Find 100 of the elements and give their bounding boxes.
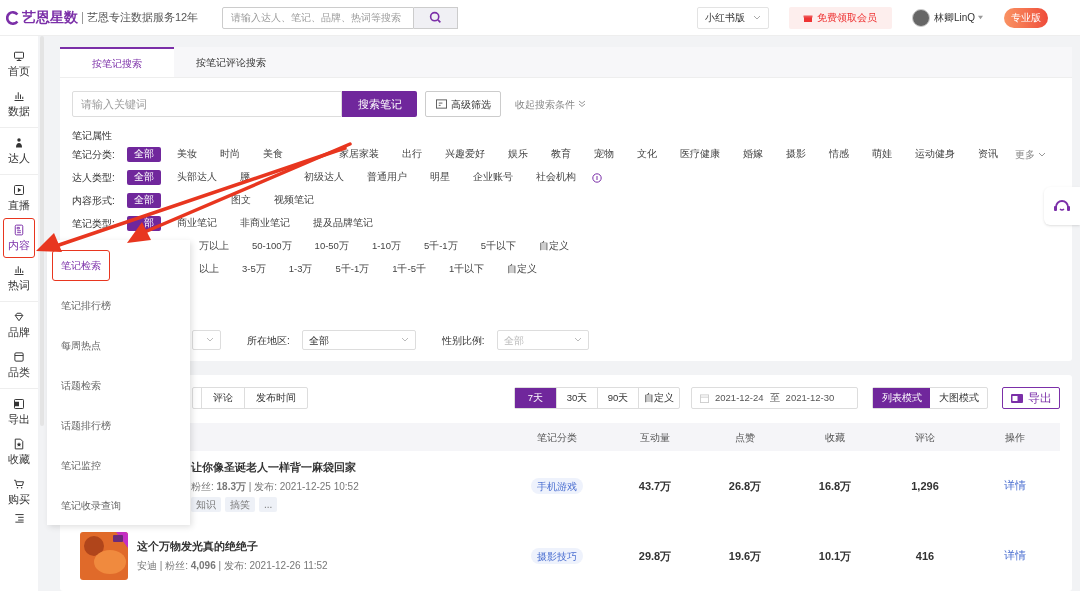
filter-option[interactable]: 家居家装 (332, 147, 386, 162)
filter-option[interactable]: 1千以下 (441, 262, 492, 277)
submenu-item[interactable]: 话题排行榜 (52, 409, 120, 441)
sidebar-item[interactable]: 内容 (3, 218, 35, 258)
details-link[interactable]: 详情 (970, 478, 1060, 494)
filter-option[interactable]: 宠物 (587, 147, 621, 162)
filter-option[interactable]: 5千以下 (473, 239, 523, 254)
filter-option[interactable]: 初级达人 (297, 170, 351, 185)
info-icon[interactable] (592, 172, 602, 183)
filter-option[interactable]: 萌娃 (865, 147, 899, 162)
note-title[interactable]: 这个万物发光真的绝绝子 (137, 539, 504, 555)
filter-option[interactable]: 全部 (127, 147, 161, 162)
submenu-item[interactable]: 笔记监控 (52, 449, 110, 481)
sort-button[interactable]: 发布时间 (244, 388, 307, 408)
search-icon[interactable] (414, 6, 458, 29)
column-header: 笔记分类 (536, 430, 578, 445)
filter-option[interactable]: 明星 (423, 170, 457, 185)
filter-option[interactable]: 头部达人 (170, 170, 224, 185)
filter-option[interactable]: 医疗健康 (673, 147, 727, 162)
filter-option[interactable]: 教育 (544, 147, 578, 162)
sort-button[interactable]: 评论 (201, 388, 244, 408)
tab[interactable]: 按笔记评论搜索 (174, 47, 288, 77)
select-field[interactable]: 全部 (301, 330, 416, 350)
more-toggle[interactable]: 更多 (1015, 147, 1046, 162)
select-field[interactable] (192, 330, 221, 350)
view-mode-tab[interactable]: 大图模式 (930, 388, 987, 408)
filter-option[interactable]: 美妆 (170, 147, 204, 162)
filter-option[interactable]: 社会机构 (529, 170, 583, 185)
filter-option[interactable]: 企业账号 (466, 170, 520, 185)
filter-option[interactable]: 婚嫁 (736, 147, 770, 162)
export-button[interactable]: 导出 (1002, 387, 1060, 409)
filter-option[interactable]: 普通用户 (360, 170, 414, 185)
filter-option[interactable]: 商业笔记 (170, 216, 224, 231)
range-tab[interactable]: 7天 (515, 388, 556, 408)
filter-option[interactable]: 全部 (127, 170, 161, 185)
submenu-item[interactable]: 话题检索 (52, 370, 110, 401)
filter-option[interactable]: 自定义 (531, 239, 576, 254)
filter-label: 性别比例: (441, 333, 485, 348)
filter-option[interactable]: 50-100万 (245, 239, 299, 254)
filter-option[interactable]: 3-5万 (235, 262, 273, 277)
range-tab[interactable]: 30天 (556, 388, 597, 408)
filter-option[interactable]: 自定义 (500, 262, 545, 277)
filter-option[interactable]: 全部 (127, 193, 161, 208)
keyword-field[interactable]: 请输入关键词 (72, 91, 342, 117)
filter-panel-icon (435, 99, 447, 109)
filter-option[interactable]: 资讯 (971, 147, 1005, 162)
table-cell-text: 43.7万 (637, 478, 673, 494)
filter-option[interactable]: 10-50万 (307, 239, 356, 254)
range-tab[interactable]: 自定义 (638, 388, 679, 408)
sidebar-item[interactable]: 直播 (3, 178, 35, 218)
range-tab[interactable]: 90天 (597, 388, 638, 408)
filter-label: 所在地区: (247, 333, 290, 348)
sidebar-item[interactable]: 首页 (3, 44, 35, 84)
search-field[interactable]: 请输入达人、笔记、品牌、热词等搜索 (222, 6, 414, 29)
filter-option[interactable]: 1-3万 (281, 262, 320, 277)
filter-option[interactable]: 情感 (822, 147, 856, 162)
filter-option[interactable]: 视频笔记 (267, 193, 321, 208)
platform-dropdown[interactable]: 小红书版 (696, 6, 769, 29)
search-button[interactable]: 搜索笔记 (342, 91, 417, 117)
submenu-item[interactable]: 每周热点 (52, 330, 110, 362)
filter-option[interactable]: 文化 (630, 147, 664, 162)
filter-option[interactable]: 1千-5千 (385, 262, 433, 277)
view-mode-tab[interactable]: 列表模式 (873, 388, 930, 408)
sidebar-item[interactable]: 导出 (3, 392, 35, 432)
filter-option[interactable]: 运动健身 (908, 147, 962, 162)
submenu-item[interactable]: 笔记排行榜 (52, 290, 120, 322)
filter-option[interactable]: 兴趣爱好 (438, 147, 492, 162)
submenu-item[interactable]: 笔记收录查询 (52, 489, 130, 521)
advanced-filter-button[interactable]: 高级筛选 (425, 91, 501, 117)
filter-option[interactable]: 美食 (256, 147, 290, 162)
sidebar-item[interactable]: 收藏 (3, 432, 35, 472)
category-tag: 手机游戏 (531, 478, 583, 494)
details-link[interactable]: 详情 (970, 548, 1060, 564)
sidebar-item[interactable]: 购买 (3, 472, 35, 512)
filter-option[interactable]: 5千-1万 (328, 262, 377, 277)
filter-option[interactable]: 以上 (192, 262, 226, 277)
sheet-icon (13, 398, 25, 410)
tab[interactable]: 按笔记搜索 (60, 47, 174, 77)
filter-option[interactable]: 图文 (224, 193, 258, 208)
sidebar-item[interactable]: 品类 (3, 345, 35, 385)
filter-option[interactable]: 万以上 (192, 239, 236, 254)
filter-option[interactable]: 时尚 (213, 147, 247, 162)
support-button[interactable] (1044, 187, 1080, 225)
sidebar-item[interactable]: 达人 (3, 131, 35, 171)
user-menu[interactable]: 林卿LinQ (933, 10, 984, 25)
filter-option[interactable]: 5千-1万 (416, 239, 465, 254)
note-title[interactable]: 让你像圣诞老人一样背一麻袋回家 (191, 460, 504, 476)
collapse-link[interactable]: 收起搜索条件 (515, 96, 586, 112)
promo-button[interactable]: 免费领取会员 (788, 6, 892, 29)
sidebar-item[interactable]: 品牌 (3, 305, 35, 345)
filter-option[interactable]: 摄影 (779, 147, 813, 162)
filter-option[interactable]: 非商业笔记 (233, 216, 297, 231)
filter-option[interactable]: 提及品牌笔记 (306, 216, 380, 231)
filter-option[interactable]: 1-10万 (364, 239, 408, 254)
filter-option[interactable]: 出行 (395, 147, 429, 162)
sidebar-item[interactable]: 数据 (3, 84, 35, 124)
sidebar-item[interactable]: 热词 (3, 258, 35, 298)
avatar[interactable] (911, 8, 930, 27)
filter-option[interactable]: 娱乐 (501, 147, 535, 162)
date-range-field[interactable]: 2021-12-24 至 2021-12-30 (691, 387, 858, 409)
